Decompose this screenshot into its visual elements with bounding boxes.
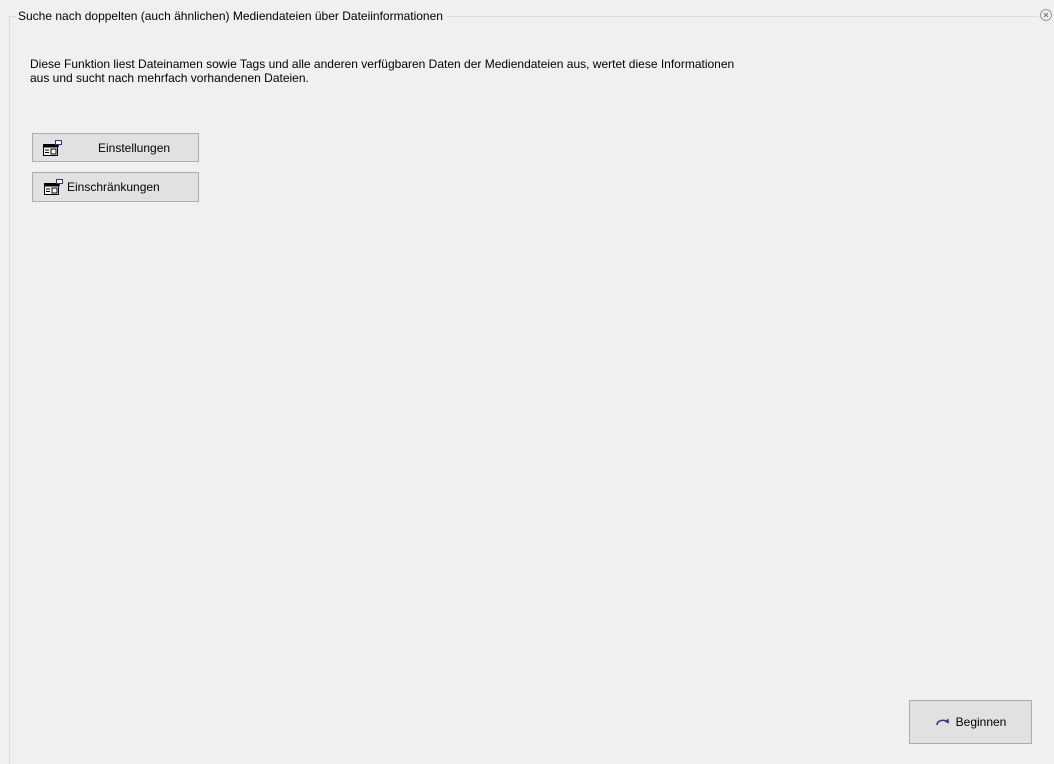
properties-icon bbox=[42, 139, 64, 157]
close-icon bbox=[1043, 12, 1049, 18]
start-button[interactable]: Beginnen bbox=[909, 700, 1032, 744]
duplicate-search-panel: Suche nach doppelten (auch ähnlichen) Me… bbox=[0, 0, 1054, 764]
redo-arrow-icon bbox=[935, 717, 951, 727]
restrictions-button-label: Einschränkungen bbox=[67, 180, 160, 194]
settings-button[interactable]: Einstellungen bbox=[32, 133, 199, 162]
start-button-label: Beginnen bbox=[955, 715, 1007, 729]
panel-title: Suche nach doppelten (auch ähnlichen) Me… bbox=[16, 8, 447, 24]
function-description: Diese Funktion liest Dateinamen sowie Ta… bbox=[30, 57, 735, 85]
close-button[interactable] bbox=[1040, 9, 1052, 21]
restrictions-button[interactable]: Einschränkungen bbox=[32, 172, 199, 202]
properties-icon bbox=[43, 178, 65, 196]
settings-button-label: Einstellungen bbox=[98, 140, 171, 155]
groupbox-frame-left bbox=[9, 16, 10, 764]
